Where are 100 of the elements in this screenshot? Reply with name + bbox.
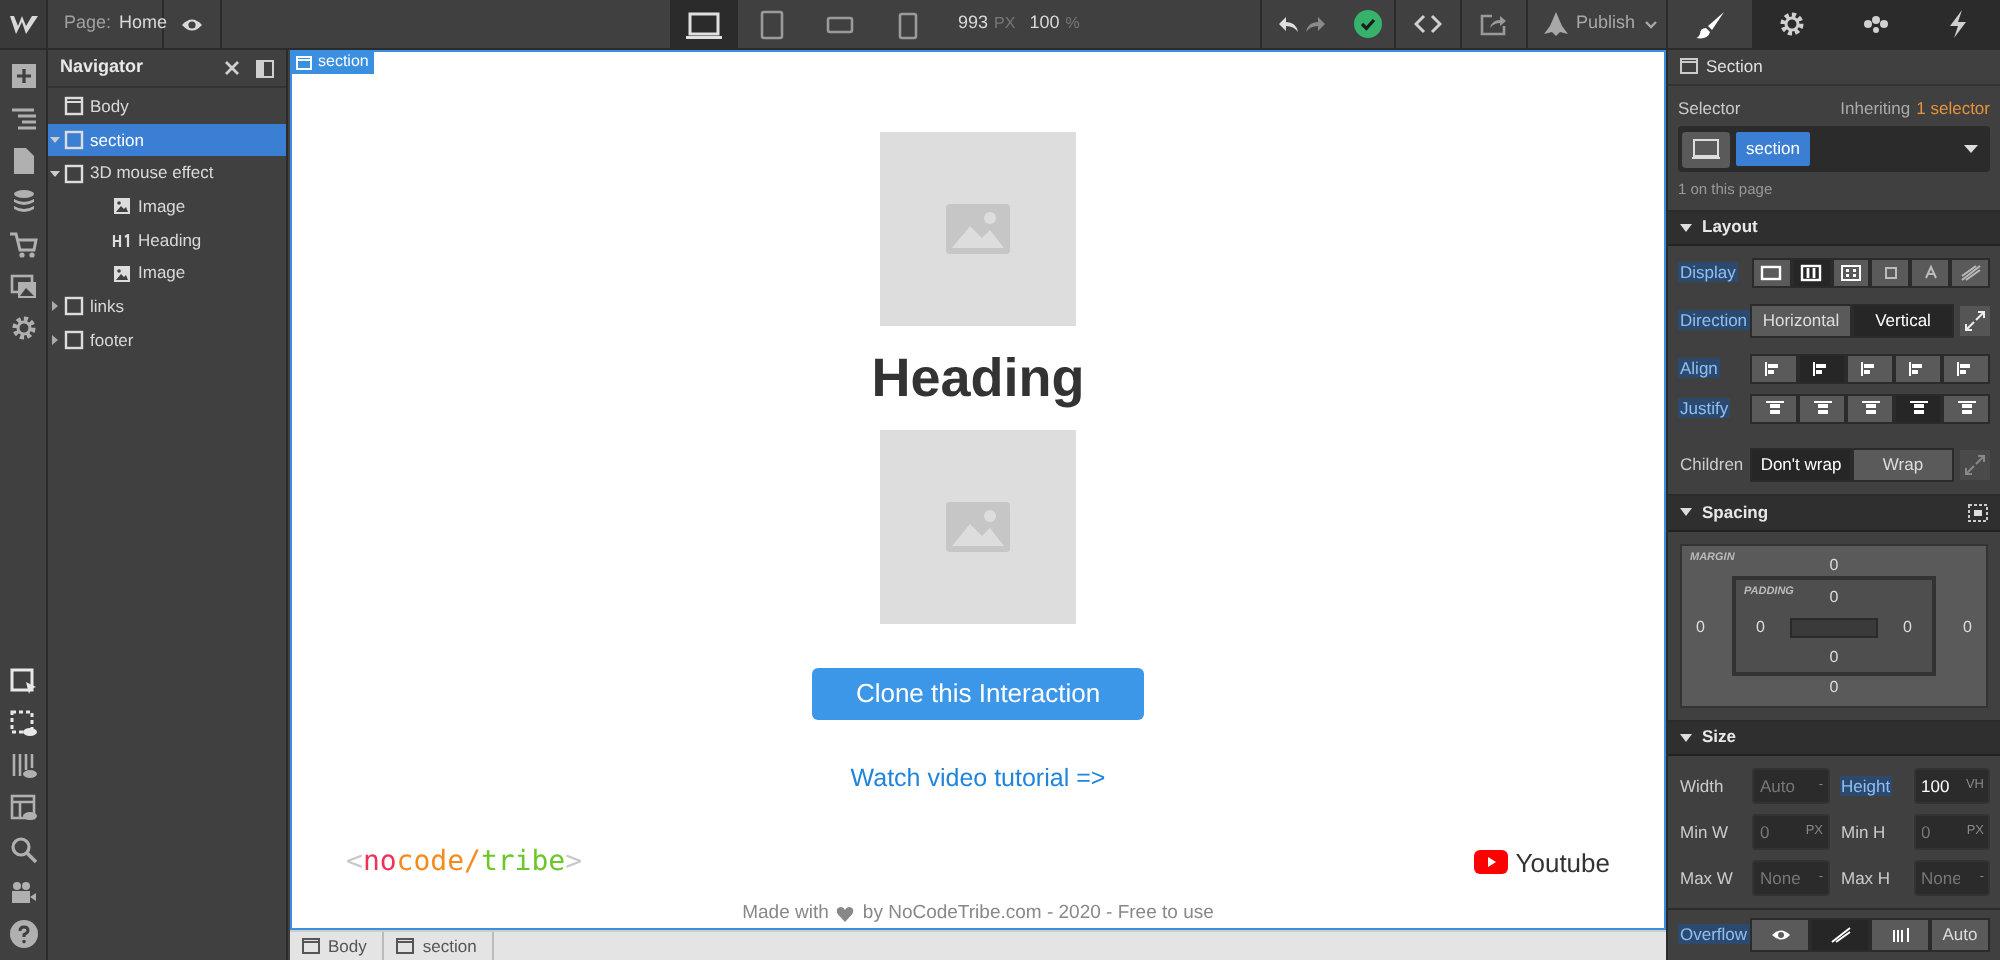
navigator-item[interactable]: footer [48,323,286,357]
dashed-box-eye-icon[interactable] [9,710,37,738]
justify-button[interactable] [1942,394,1990,424]
video-tutorial-link[interactable]: Watch video tutorial => [850,760,1106,798]
clone-interaction-button[interactable]: Clone this Interaction [812,668,1144,720]
overflow-visible-button[interactable] [1750,918,1810,952]
margin-value[interactable]: 0 [1696,615,1705,639]
justify-button[interactable] [1750,394,1798,424]
navigator-item[interactable]: Heading [48,223,286,257]
caret-icon[interactable] [48,334,62,347]
align-button[interactable] [1750,354,1798,384]
video-camera-icon[interactable] [9,878,37,906]
justify-button[interactable] [1846,394,1894,424]
breadcrumb[interactable]: Body [290,932,385,960]
page-icon[interactable] [9,146,37,174]
display-inline-block-button[interactable] [1870,258,1911,288]
align-button[interactable] [1798,354,1846,384]
wrap-button[interactable]: Don't wrap [1750,448,1852,482]
property-label: Max H [1839,865,1893,891]
overflow-hidden-button[interactable] [1810,918,1870,952]
navigator-item[interactable]: links [48,290,286,324]
padding-value[interactable]: 0 [1814,645,1854,669]
direction-button[interactable]: Vertical [1852,304,1954,338]
settings-tab[interactable] [1751,0,1834,48]
nocode-tribe-logo[interactable]: <nocode/tribe> [346,841,583,884]
play-button-icon[interactable] [1473,850,1508,875]
breadcrumb[interactable]: section [384,932,495,960]
justify-button[interactable] [1894,394,1942,424]
display-grid-button[interactable] [1831,258,1871,288]
selector-chip[interactable]: section [1736,132,1810,167]
help-icon[interactable] [9,920,37,948]
image-icon [112,196,132,217]
reverse-arrows-icon[interactable] [1960,306,1990,336]
direction-button[interactable]: Horizontal [1750,304,1852,338]
overflow-scroll-button[interactable] [1870,918,1930,952]
wrap-button[interactable]: Wrap [1852,448,1954,482]
box-icon [296,55,312,69]
grid-lines-eye-icon[interactable] [9,752,37,780]
images-icon[interactable] [9,272,37,300]
display-flex-button[interactable] [1791,258,1832,288]
navigator-item[interactable]: Body [48,90,286,124]
align-button[interactable] [1894,354,1942,384]
overflow-auto-button[interactable]: Auto [1930,918,1990,952]
property-label: Align [1678,356,1722,382]
interactions-tab[interactable] [1917,0,2000,48]
selector-label: Selector [1678,95,1741,121]
justify-button[interactable] [1798,394,1846,424]
youtube-link[interactable]: Youtube [1515,843,1610,882]
search-icon[interactable] [9,836,37,864]
property-label: Width [1678,773,1726,799]
chevron-down-icon [1643,19,1658,29]
caret-icon[interactable] [48,300,62,313]
dock-panel-icon[interactable] [256,59,274,77]
dropdown-caret-icon[interactable] [1964,144,1978,155]
align-button[interactable] [1846,354,1894,384]
selector-field[interactable]: section [1678,126,1990,173]
undo-icon[interactable] [1278,15,1300,33]
display-block-button[interactable] [1752,258,1792,288]
display-inline-button[interactable] [1910,258,1951,288]
selected-element-label: section [290,50,375,74]
property-label: Children [1678,452,1746,478]
zoom-value[interactable]: 100 [1029,10,1060,38]
caret-icon[interactable] [48,167,62,180]
select-cursor-icon[interactable] [9,668,37,696]
navigator-item[interactable]: section [48,123,286,157]
rocket-icon [1544,12,1568,36]
publish-button[interactable]: Publish [1526,0,1666,48]
margin-value[interactable]: 0 [1963,615,1972,639]
navigator-item[interactable]: Image [48,256,286,291]
margin-value[interactable]: 0 [1814,675,1854,699]
webflow-logo-icon[interactable] [9,13,37,35]
heading-tag-icon [112,233,132,248]
align-button[interactable] [1942,354,1990,384]
cart-icon[interactable] [9,230,37,258]
padding-value[interactable]: 0 [1814,585,1854,609]
eye-icon[interactable] [180,15,204,33]
list-icon[interactable] [9,104,37,132]
inheriting-selector-link[interactable]: 1 selector [1916,95,1990,121]
add-icon[interactable] [9,62,37,90]
padding-value[interactable]: 0 [1903,615,1912,639]
caret-down-icon[interactable] [1680,508,1692,517]
device-desktop-button[interactable] [670,0,738,48]
navigator-item[interactable]: 3D mouse effect [48,156,286,191]
caret-down-icon[interactable] [1680,223,1692,232]
spacing-toggle-icon[interactable] [1968,503,1988,522]
database-icon[interactable] [9,188,37,216]
width-value[interactable]: 993 [958,10,989,38]
padding-value[interactable]: 0 [1756,615,1765,639]
close-icon[interactable] [224,60,240,76]
page-name[interactable]: Home [119,10,168,38]
display-grid-icon [1840,264,1863,282]
layout-eye-icon[interactable] [9,794,37,822]
footer-text: Made with [742,899,829,928]
display-none-button[interactable] [1950,258,1990,288]
caret-down-icon[interactable] [1680,733,1692,742]
settings-icon[interactable] [9,314,37,342]
navigator-item[interactable]: Image [48,190,286,224]
export-icon[interactable] [1480,12,1508,36]
code-icon[interactable] [1414,14,1442,34]
margin-value[interactable]: 0 [1814,553,1854,577]
